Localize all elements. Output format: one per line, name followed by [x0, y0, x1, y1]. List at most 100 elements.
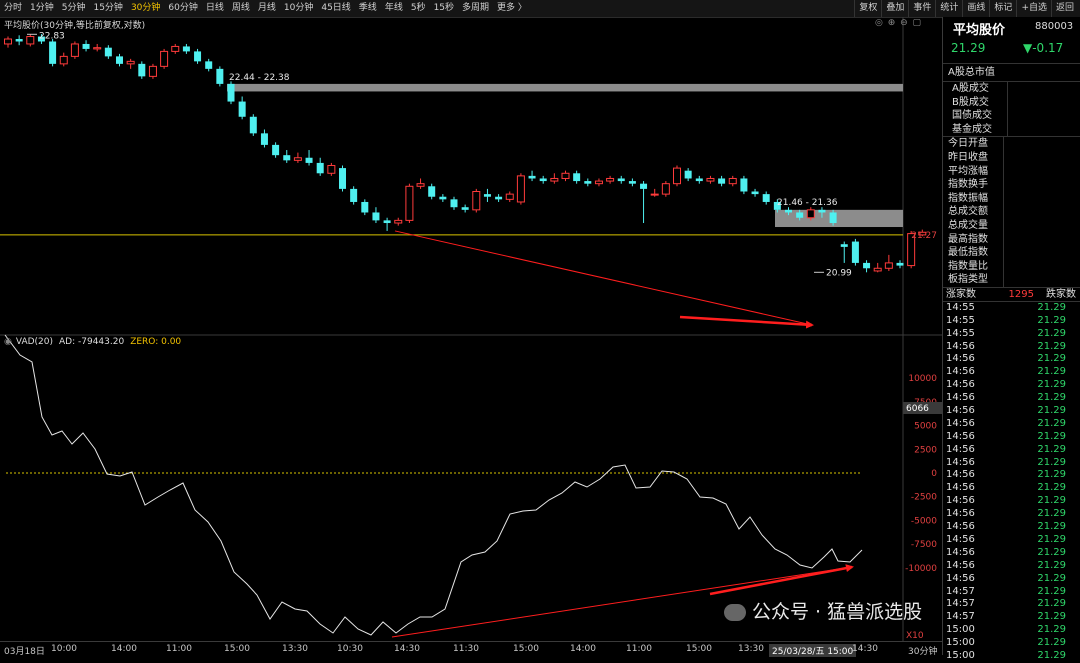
watermark: 公众号 · 猛兽派选股	[724, 597, 922, 624]
tick-time: 14:56	[946, 495, 975, 507]
candle-body-down	[818, 209, 826, 213]
period-tab[interactable]: 30分钟	[127, 0, 164, 17]
current-price-label: 21.27	[911, 231, 937, 241]
stat-label: 板指类型	[943, 273, 1004, 287]
candle-body-down	[238, 101, 246, 117]
candle-body-down	[584, 181, 592, 184]
quote-panel: 平均股价 880003 21.29 ▼-0.17 A股总市值 A股成交 B股成交国…	[942, 17, 1080, 661]
tick-time: 14:56	[946, 405, 975, 417]
tick-price: 21.29	[1037, 482, 1066, 494]
candle-body-down	[227, 83, 235, 102]
candle-body-up	[873, 267, 882, 272]
period-tab[interactable]: 45日线	[317, 0, 354, 17]
period-tab[interactable]: 日线	[202, 0, 228, 17]
tick-time: 14:56	[946, 366, 975, 378]
period-tab[interactable]: 月线	[254, 0, 280, 17]
toolbar-button[interactable]: +自选	[1016, 0, 1051, 17]
toolbar-button[interactable]: 叠加	[881, 0, 908, 17]
period-tab[interactable]: 60分钟	[164, 0, 201, 17]
tick-row: 14:56 21.29	[943, 482, 1080, 495]
toolbar-button[interactable]: 画线	[962, 0, 989, 17]
period-tab[interactable]: 季线	[355, 0, 381, 17]
stat-label: 指数换手	[943, 178, 1004, 192]
candle-body-down	[528, 175, 536, 179]
period-tabs: 分时 1分钟 5分钟 15分钟 30分钟 60分钟 日线 周线 月线 10分钟 45日线 季线 年线 5秒…	[0, 0, 531, 17]
candle-body-up	[327, 165, 336, 174]
vad-axis-tick: 2500	[914, 445, 937, 455]
candle-body-down	[863, 262, 871, 269]
candle-body-down	[461, 207, 469, 210]
candle-body-down	[283, 155, 291, 161]
candle-body-up	[160, 50, 169, 67]
tick-row: 14:56 21.29	[943, 405, 1080, 418]
candle-body-up	[93, 47, 102, 50]
tick-time: 14:56	[946, 508, 975, 520]
tick-time: 14:56	[946, 340, 975, 352]
candle-body-down	[305, 157, 313, 163]
candle-body-down	[116, 56, 123, 64]
tick-time: 14:57	[946, 598, 975, 610]
tick-time: 14:56	[946, 392, 975, 404]
tick-row: 15:00 21.29	[943, 650, 1080, 663]
price-change: ▼-0.17	[1023, 41, 1064, 55]
tick-price: 21.29	[1037, 379, 1066, 391]
zone-upper-label: 22.44 - 22.38	[229, 73, 290, 83]
tick-time: 14:55	[946, 327, 975, 339]
period-tab[interactable]: 10分钟	[280, 0, 317, 17]
candle-body-down	[216, 68, 224, 84]
tick-time: 14:56	[946, 443, 975, 455]
period-tab[interactable]: 更多 〉	[493, 0, 531, 17]
period-tab[interactable]: 周线	[228, 0, 254, 17]
time-label: 15:00	[513, 644, 539, 654]
tick-price: 21.29	[1037, 456, 1066, 468]
tick-price: 21.29	[1037, 585, 1066, 597]
kline-chart[interactable]: 21.27 22.83 22.44 - 22.38 21.46 - 21.36 20.9…	[0, 17, 942, 641]
period-tab[interactable]: 5秒	[407, 0, 430, 17]
toolbar-button[interactable]: 标记	[989, 0, 1016, 17]
index-code: 880003	[1035, 21, 1074, 32]
time-label: 15:00	[686, 644, 712, 654]
candle-body-down	[316, 162, 324, 174]
toolbar-button[interactable]: 统计	[935, 0, 962, 17]
collapse-icon[interactable]: ◉	[4, 337, 12, 347]
chart-title: 平均股价(30分钟,等比前复权,对数)	[4, 21, 146, 31]
tick-price: 21.29	[1037, 469, 1066, 481]
candle-body-down	[350, 188, 358, 202]
period-tab[interactable]: 5分钟	[58, 0, 90, 17]
candle-body-down	[194, 51, 202, 62]
turnover-label: 国债成交	[943, 109, 1008, 123]
stat-label: 最低指数	[943, 246, 1004, 260]
toolbar-button[interactable]: 返回	[1050, 0, 1078, 17]
tick-row: 14:56 21.29	[943, 444, 1080, 457]
chart-control-icons[interactable]: ◎ ⊕ ⊖ ▢	[875, 18, 922, 28]
period-tab[interactable]: 分时	[0, 0, 26, 17]
candle-body-down	[260, 133, 268, 145]
tick-list[interactable]: 14:55 21.29 14:55 21.29 14:55 21.29 14:56 21.29…	[943, 302, 1080, 663]
toolbar-button[interactable]: 事件	[908, 0, 935, 17]
tick-row: 14:56 21.29	[943, 366, 1080, 379]
tick-price: 21.29	[1037, 649, 1066, 661]
tick-row: 14:55 21.29	[943, 302, 1080, 315]
candle-body-down	[684, 170, 692, 179]
period-tab[interactable]: 多周期	[458, 0, 493, 17]
price-divergence-line	[394, 230, 813, 326]
time-label: 25/03/28/五 15:00	[769, 644, 857, 657]
candle-body-down	[495, 196, 503, 200]
toolbar-button[interactable]: 复权	[854, 0, 881, 17]
stat-label: 平均涨幅	[943, 164, 1004, 179]
candle-body-down	[450, 199, 458, 208]
low-marker-label: 20.99	[826, 268, 852, 278]
candle-body-up	[606, 177, 615, 182]
period-tab[interactable]: 1分钟	[26, 0, 58, 17]
vad-axis-tick: -5000	[911, 516, 937, 526]
period-tab[interactable]: 15秒	[430, 0, 458, 17]
zone-lower	[775, 209, 903, 228]
candle-body-up	[70, 43, 79, 57]
candle-body-down	[829, 212, 837, 224]
candle-body-up	[673, 167, 681, 185]
period-tab[interactable]: 年线	[381, 0, 407, 17]
period-tab[interactable]: 15分钟	[89, 0, 126, 17]
candle-body-up	[561, 172, 570, 179]
candle-body-down	[15, 39, 23, 42]
zone-upper	[227, 83, 903, 92]
